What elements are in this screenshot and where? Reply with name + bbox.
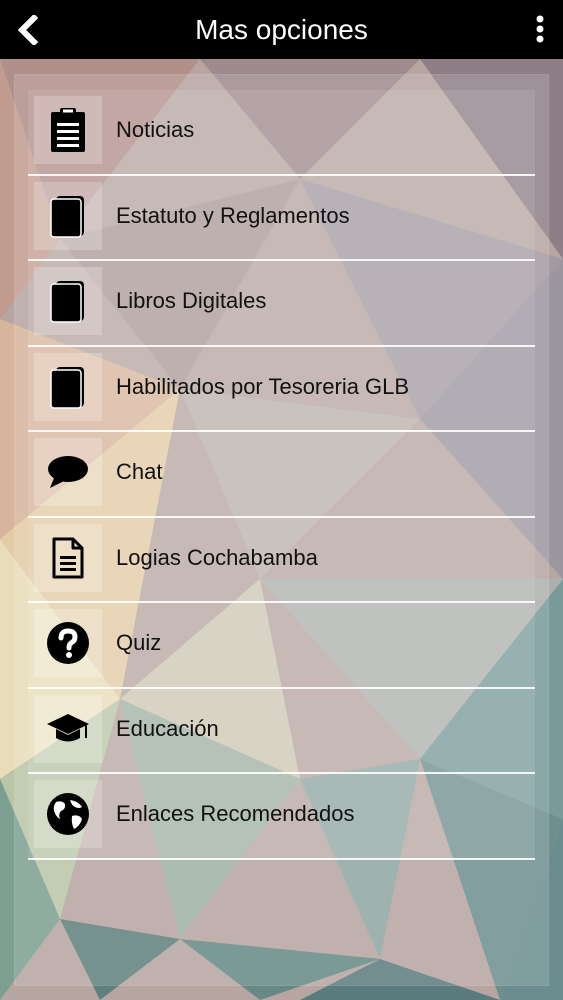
menu-item-label: Habilitados por Tesoreria GLB (116, 373, 410, 399)
icon-tile (34, 96, 102, 164)
icon-tile (34, 438, 102, 506)
menu-item-quiz[interactable]: Quiz (28, 603, 535, 689)
menu-item-enlaces-recomendados[interactable]: Enlaces Recomendados (28, 774, 535, 860)
icon-tile (34, 694, 102, 763)
menu-item-label: Noticias (116, 117, 195, 142)
menu-item-label: Estatuto y Reglamentos (116, 202, 350, 228)
menu-item-chat[interactable]: Chat (28, 432, 535, 518)
menu-item-logias-cochabamba[interactable]: Logias Cochabamba (28, 517, 535, 603)
icon-tile (34, 181, 102, 250)
question-circle-icon (47, 622, 89, 664)
options-menu: Noticias Estatuto y Reglamentos Libros D… (28, 90, 535, 860)
menu-item-noticias[interactable]: Noticias (28, 90, 535, 176)
top-app-bar: Mas opciones (0, 0, 563, 59)
globe-icon (47, 793, 89, 835)
graduation-cap-icon (47, 713, 89, 741)
book-icon (50, 281, 84, 323)
menu-item-label: Logias Cochabamba (116, 544, 318, 570)
menu-item-habilitados-por-tesoreria[interactable]: Habilitados por Tesoreria GLB (28, 346, 535, 432)
icon-tile (34, 267, 102, 335)
menu-item-educacion[interactable]: Educación (28, 688, 535, 774)
menu-item-label: Libros Digitales (116, 288, 267, 313)
book-icon (50, 195, 84, 238)
menu-item-estatuto-y-reglamentos[interactable]: Estatuto y Reglamentos (28, 175, 535, 261)
clipboard-icon (51, 108, 85, 152)
icon-tile (34, 523, 102, 592)
menu-item-label: Quiz (116, 630, 162, 655)
page-title: Mas opciones (195, 14, 368, 45)
book-icon (50, 366, 84, 409)
icon-tile (34, 352, 102, 421)
menu-item-libros-digitales[interactable]: Libros Digitales (28, 261, 535, 347)
document-icon (52, 537, 84, 578)
menu-item-label: Chat (116, 459, 163, 484)
chat-bubble-icon (48, 456, 88, 488)
icon-tile (34, 609, 102, 677)
vertical-dots-icon (536, 15, 544, 43)
icon-tile (34, 780, 102, 848)
menu-item-label: Educación (116, 715, 219, 741)
more-options-button[interactable] (531, 12, 549, 46)
menu-item-label: Enlaces Recomendados (116, 801, 355, 826)
